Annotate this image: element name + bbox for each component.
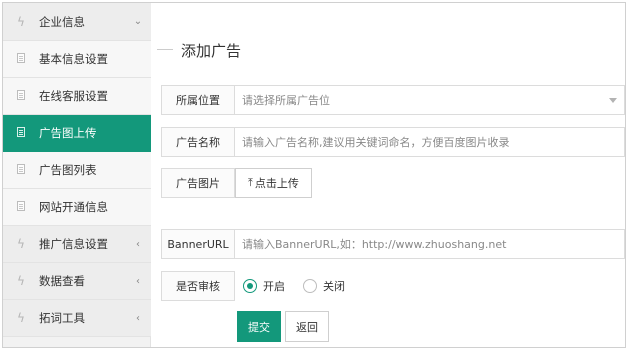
form-row-image: 广告图片 ⤒ 点击上传 [161,168,312,198]
review-label: 是否审核 [161,271,235,301]
sidebar-item-label: 广告图列表 [39,163,97,177]
chevron-left-icon: ‹ [136,275,140,287]
document-icon [3,52,39,66]
sidebar-group-label: 拓词工具 [39,311,85,325]
bolt-icon: ϟ [17,311,25,325]
document-icon [3,89,39,103]
app-frame: ϟ 企业信息 ⌄ 基本信息设置 在线客服设置 广告图上传 广告图列表 网站开通信… [2,2,626,348]
sidebar-item-ad-list[interactable]: 广告图列表 [3,152,151,189]
position-select[interactable]: 请选择所属广告位 [235,85,625,115]
bolt-icon: ϟ [17,14,25,29]
bolt-icon: ϟ [17,274,25,288]
position-label: 所属位置 [161,85,235,115]
sidebar-item-online-service[interactable]: 在线客服设置 [3,78,151,115]
chevron-left-icon: ‹ [136,312,140,324]
document-icon [3,200,39,214]
sidebar-item-basic-info[interactable]: 基本信息设置 [3,41,151,78]
radio-on-label: 开启 [263,280,285,293]
banner-url-input[interactable]: 请输入BannerURL,如：http://www.zhuoshang.net [235,229,625,259]
sidebar-group-label: 数据查看 [39,274,85,288]
form-row-name: 广告名称 请输入广告名称,建议用关键词命名，方便百度图片收录 [161,127,625,157]
radio-review-off[interactable]: 关闭 [303,271,363,301]
main-content: 添加广告 所属位置 请选择所属广告位 广告名称 请输入广告名称,建议用关键词命名… [151,3,625,347]
banner-label: BannerURL [161,229,235,259]
radio-off-label: 关闭 [323,280,345,293]
name-input-placeholder: 请输入广告名称,建议用关键词命名，方便百度图片收录 [242,136,510,149]
chevron-down-icon: ⌄ [133,16,143,27]
sidebar-group-tools[interactable]: ϟ 拓词工具 ‹ [3,300,151,337]
radio-checked-icon [243,279,257,293]
caret-down-icon [609,98,617,103]
sidebar-group-label: 推广信息设置 [39,237,108,251]
bolt-icon: ϟ [17,237,25,251]
sidebar-item-label: 广告图上传 [39,126,97,140]
banner-input-placeholder: 请输入BannerURL,如：http://www.zhuoshang.net [242,238,507,251]
sidebar-group-label: 企业信息 [39,14,85,29]
sidebar-group-promo[interactable]: ϟ 推广信息设置 ‹ [3,226,151,263]
upload-button[interactable]: ⤒ 点击上传 [235,168,312,198]
name-input[interactable]: 请输入广告名称,建议用关键词命名，方便百度图片收录 [235,127,625,157]
upload-button-label: 点击上传 [254,177,299,190]
sidebar: ϟ 企业信息 ⌄ 基本信息设置 在线客服设置 广告图上传 广告图列表 网站开通信… [3,3,151,347]
title-divider [157,49,173,50]
document-icon [3,163,39,177]
document-icon [3,126,39,140]
sidebar-item-label: 网站开通信息 [39,200,108,214]
form-row-position: 所属位置 请选择所属广告位 [161,85,625,115]
back-button[interactable]: 返回 [285,311,329,342]
image-label: 广告图片 [161,168,235,198]
page-title: 添加广告 [181,42,242,60]
name-label: 广告名称 [161,127,235,157]
sidebar-group-company[interactable]: ϟ 企业信息 ⌄ [3,3,151,41]
sidebar-item-ad-upload[interactable]: 广告图上传 [3,115,151,152]
upload-icon: ⤒ [248,176,253,189]
sidebar-item-site-info[interactable]: 网站开通信息 [3,189,151,226]
position-select-placeholder: 请选择所属广告位 [242,94,330,107]
form-row-review: 是否审核 开启 关闭 [161,271,363,301]
sidebar-item-label: 基本信息设置 [39,52,108,66]
sidebar-group-data[interactable]: ϟ 数据查看 ‹ [3,263,151,300]
submit-button[interactable]: 提交 [237,311,281,342]
form-row-banner: BannerURL 请输入BannerURL,如：http://www.zhuo… [161,229,625,259]
radio-unchecked-icon [303,279,317,293]
radio-review-on[interactable]: 开启 [243,271,303,301]
chevron-left-icon: ‹ [136,238,140,250]
sidebar-item-label: 在线客服设置 [39,89,108,103]
